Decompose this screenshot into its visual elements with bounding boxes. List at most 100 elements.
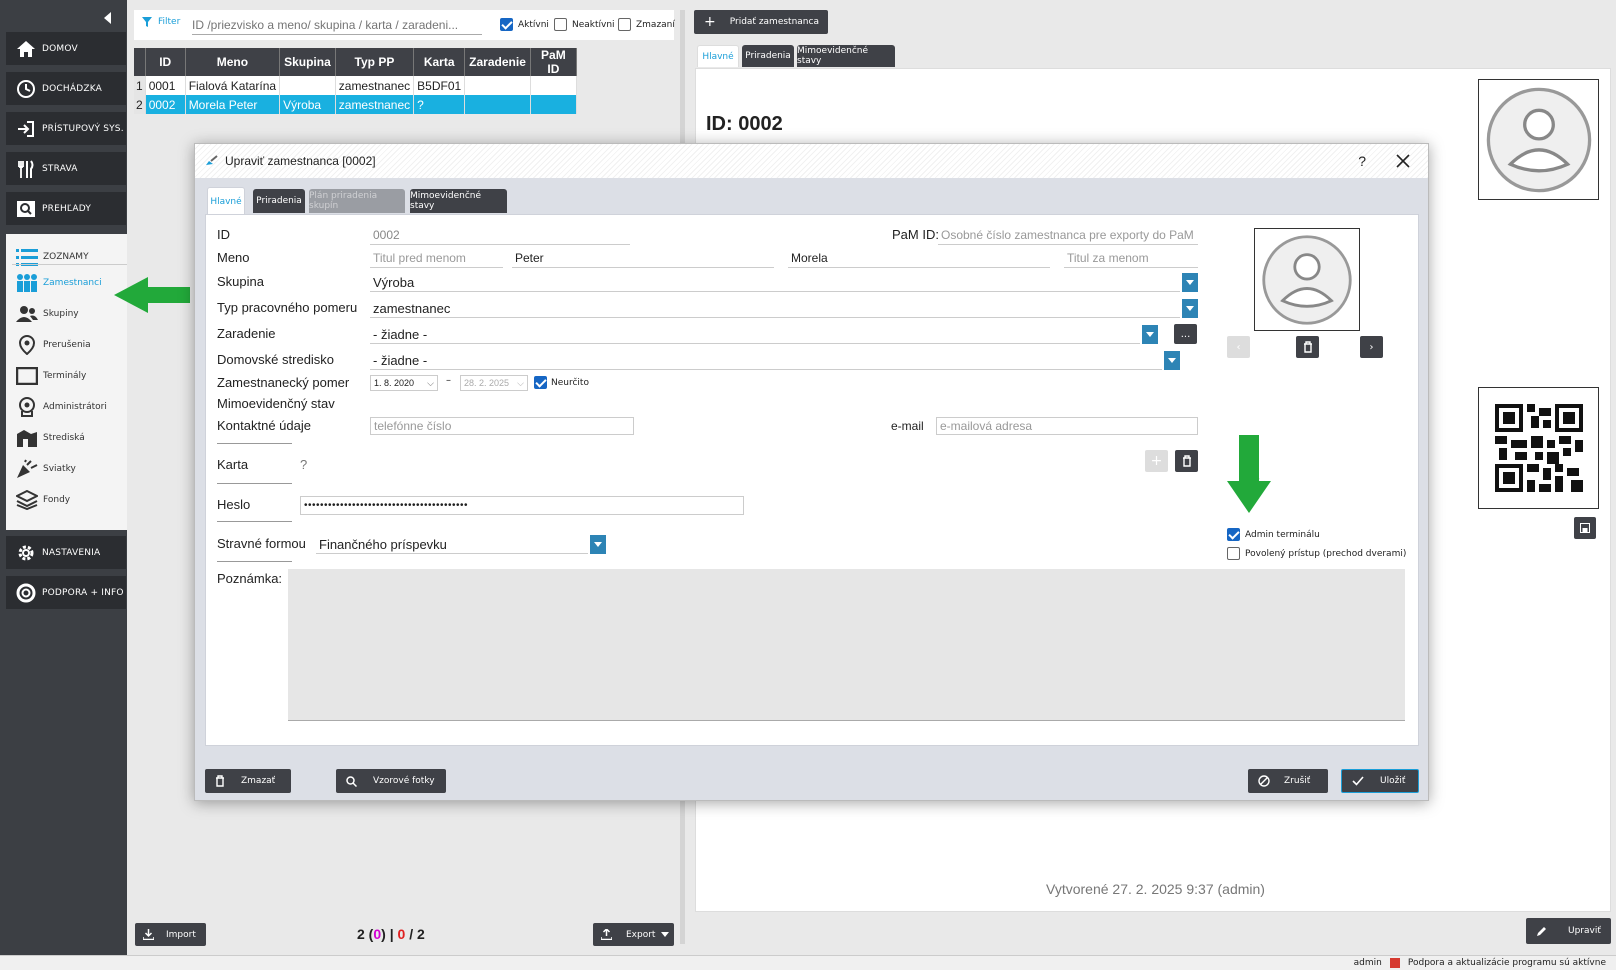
dialog-tab-plan[interactable]: Plán priradenia skupín: [309, 189, 405, 213]
cancel-button[interactable]: Zrušiť: [1248, 769, 1328, 793]
add-employee-button[interactable]: + Pridať zamestnanca: [694, 10, 828, 34]
inactive-checkbox[interactable]: [554, 18, 567, 31]
dialog-tab-mimoevidencne[interactable]: Mimoevidenčné stavy: [410, 189, 507, 213]
gear-icon: [18, 545, 34, 560]
note-textarea[interactable]: [288, 569, 1405, 721]
home-center-select[interactable]: - žiadne -: [370, 351, 1162, 370]
clock-icon: [17, 79, 35, 98]
filter-label[interactable]: Filter: [142, 17, 180, 27]
chevron-down-icon[interactable]: [590, 535, 606, 554]
admin-terminal-checkbox[interactable]: [1227, 528, 1240, 541]
col-header[interactable]: Skupina: [279, 48, 336, 76]
door-access-checkbox[interactable]: [1227, 547, 1240, 560]
pam-id-field[interactable]: Osobné číslo zamestnanca pre exporty do …: [938, 226, 1198, 245]
check-icon: [1352, 776, 1364, 786]
separator: [217, 561, 292, 562]
sidebar-item-strediska[interactable]: Strediská: [16, 425, 85, 451]
cell-zaradenie: [464, 95, 531, 114]
add-card-button[interactable]: +: [1145, 450, 1168, 472]
nav-podpora[interactable]: PODPORA + INFO: [6, 576, 126, 609]
nav-prehlady[interactable]: PREHĽADY: [6, 192, 126, 225]
more-button[interactable]: ...: [1174, 324, 1197, 344]
prev-photo-button[interactable]: ‹: [1227, 336, 1250, 358]
close-icon[interactable]: [1396, 154, 1410, 168]
sidebar-item-terminaly[interactable]: Terminály: [16, 363, 86, 389]
date-from-field[interactable]: 1. 8. 2020 ⌵: [370, 375, 438, 391]
chevron-down-icon[interactable]: [1142, 325, 1158, 344]
meal-form-select[interactable]: Finančného príspevku: [316, 535, 588, 554]
save-button[interactable]: Uložiť: [1341, 769, 1419, 793]
email-field[interactable]: e-mailová adresa: [936, 417, 1198, 435]
first-name-field[interactable]: Peter: [512, 249, 774, 268]
nav-dochadzka[interactable]: DOCHÁDZKA: [6, 72, 126, 105]
delete-photo-button[interactable]: [1296, 336, 1319, 358]
delete-card-button[interactable]: [1175, 450, 1198, 472]
nav-strava[interactable]: STRAVA: [6, 152, 126, 185]
help-button[interactable]: ?: [1358, 153, 1366, 169]
col-header[interactable]: ID: [145, 48, 186, 76]
label-zaradenie: Zaradenie: [217, 326, 276, 341]
sample-photos-button[interactable]: Vzorové fotky: [336, 769, 446, 793]
date-to-field[interactable]: 28. 2. 2025 ⌵: [460, 375, 528, 391]
filter-active[interactable]: Aktívni: [500, 18, 549, 31]
tab-priradenia[interactable]: Priradenia: [742, 45, 794, 67]
trash-icon: [1182, 455, 1191, 467]
created-info: Vytvorené 27. 2. 2025 9:37 (admin): [1046, 881, 1265, 897]
admin-terminal-option[interactable]: Admin terminálu: [1227, 528, 1320, 541]
sidebar-item-sviatky[interactable]: Sviatky: [16, 456, 76, 482]
cell-typ: zamestnanec: [335, 95, 415, 114]
chevron-down-icon[interactable]: [1164, 351, 1180, 370]
col-header[interactable]: Typ PP: [335, 48, 415, 76]
chevron-down-icon[interactable]: [1182, 299, 1198, 318]
save-qr-button[interactable]: [1574, 517, 1596, 539]
title-after-field[interactable]: Titul za menom: [1064, 249, 1198, 268]
export-button[interactable]: Export: [593, 923, 674, 946]
group-select[interactable]: Výroba: [370, 273, 1180, 292]
separator: [217, 483, 292, 484]
sidebar-item-fondy[interactable]: Fondy: [16, 487, 70, 513]
placement-select[interactable]: - žiadne -: [370, 325, 1140, 344]
edit-button[interactable]: Upraviť: [1526, 918, 1611, 944]
ban-icon: [1258, 775, 1270, 787]
sidebar-item-prerusenia[interactable]: Prerušenia: [16, 332, 91, 358]
title-before-field[interactable]: Titul pred menom: [370, 249, 503, 268]
indefinite-check[interactable]: [534, 376, 547, 389]
dialog-tab-priradenia[interactable]: Priradenia: [253, 189, 305, 213]
indefinite-checkbox[interactable]: Neurčito: [534, 376, 589, 389]
table-row[interactable]: 2 0002 Morela Peter Výroba zamestnanec ?: [134, 95, 577, 114]
col-header[interactable]: Meno: [185, 48, 281, 76]
nav-domov[interactable]: DOMOV: [6, 32, 126, 65]
phone-field[interactable]: telefónne číslo: [370, 417, 634, 435]
sidebar-item-zamestnanci[interactable]: Zamestnanci: [16, 270, 102, 296]
password-field[interactable]: ••••••••••••••••••••••••••••••••••••••••…: [300, 496, 744, 515]
sidebar-item-skupiny[interactable]: Skupiny: [16, 301, 79, 327]
col-header[interactable]: Karta: [413, 48, 466, 76]
caret-down-icon[interactable]: [661, 932, 670, 937]
import-button[interactable]: Import: [135, 923, 206, 946]
last-name-field[interactable]: Morela: [788, 249, 1050, 268]
sidebar-item-administratori[interactable]: Administrátori: [16, 394, 107, 420]
col-header[interactable]: Zaradenie: [464, 48, 531, 76]
lists-title[interactable]: ZOZNAMY: [16, 244, 89, 270]
tab-hlavne[interactable]: Hlavné: [697, 45, 739, 67]
next-photo-button[interactable]: ›: [1360, 336, 1383, 358]
door-access-option[interactable]: Povolený prístup (prechod dverami): [1227, 547, 1406, 560]
collapse-sidebar-icon[interactable]: [104, 12, 111, 24]
cell-karta: B5DF01: [413, 76, 466, 95]
deleted-checkbox[interactable]: [618, 18, 631, 31]
filter-inactive[interactable]: Neaktívni: [554, 18, 615, 31]
chevron-down-icon[interactable]: [1182, 273, 1198, 292]
nav-nastavenia[interactable]: NASTAVENIA: [6, 536, 126, 569]
tab-mimoevidencne[interactable]: Mimoevidenčné stavy: [797, 45, 895, 67]
filter-input[interactable]: [192, 15, 482, 35]
employment-type-select[interactable]: zamestnanec: [370, 299, 1180, 318]
table-row[interactable]: 1 0001 Fialová Katarína zamestnanec B5DF…: [134, 76, 577, 95]
delete-button[interactable]: Zmazať: [205, 769, 291, 793]
active-checkbox[interactable]: [500, 18, 513, 31]
col-header[interactable]: PaM ID: [530, 48, 577, 76]
filter-deleted[interactable]: Zmazaní: [618, 18, 675, 31]
dialog-tab-hlavne[interactable]: Hlavné: [207, 187, 245, 215]
nav-pristupovy[interactable]: PRÍSTUPOVÝ SYS.: [6, 112, 126, 145]
funnel-icon: [142, 17, 152, 27]
id-field[interactable]: 0002: [370, 226, 630, 245]
